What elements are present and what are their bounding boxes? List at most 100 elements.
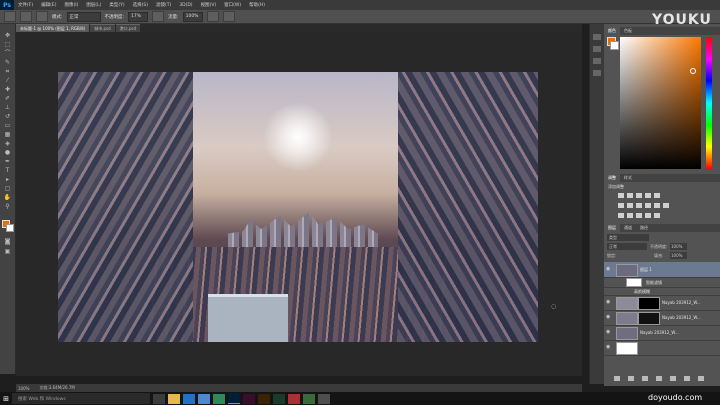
color-picker-cursor[interactable] [690, 68, 696, 74]
color-balance-icon[interactable] [627, 203, 633, 208]
tool-preset-button[interactable] [4, 11, 16, 22]
layer-opacity-input[interactable]: 100% [670, 243, 687, 250]
menu-window[interactable]: 窗口(W) [220, 2, 245, 8]
screen-mode-icon[interactable]: ▣ [3, 248, 12, 255]
type-tool-icon[interactable]: T [3, 167, 12, 174]
brightness-icon[interactable] [618, 193, 624, 198]
menu-view[interactable]: 视图(V) [197, 2, 221, 8]
tab-channels[interactable]: 通道 [620, 225, 636, 231]
windows-start-icon[interactable]: ⊞ [0, 392, 12, 405]
lasso-tool-icon[interactable]: ⌒ [3, 50, 12, 57]
clone-stamp-tool-icon[interactable]: ⊥ [3, 104, 12, 111]
adjustment-layer-icon[interactable] [656, 376, 662, 381]
selective-color-icon[interactable] [654, 213, 660, 218]
menu-help[interactable]: 帮助(H) [245, 2, 269, 8]
eraser-tool-icon[interactable]: ▭ [3, 122, 12, 129]
new-layer-icon[interactable] [684, 376, 690, 381]
visibility-eye-icon[interactable]: ◉ [606, 314, 612, 320]
menu-type[interactable]: 类型(Y) [105, 2, 128, 8]
paragraph-panel-icon[interactable] [593, 70, 601, 76]
invert-icon[interactable] [618, 213, 624, 218]
crop-tool-icon[interactable]: ⌗ [3, 68, 12, 75]
layer-row[interactable]: ◉ Nayab 203912_W... [604, 310, 720, 326]
color-lookup-icon[interactable] [663, 203, 669, 208]
tray-app-icon[interactable] [318, 393, 330, 404]
media-icon[interactable] [288, 393, 300, 404]
app-icon[interactable] [213, 393, 225, 404]
pressure-opacity-button[interactable] [152, 11, 165, 22]
tab-paths[interactable]: 路径 [636, 225, 652, 231]
threshold-icon[interactable] [636, 213, 642, 218]
photo-filter-icon[interactable] [645, 203, 651, 208]
document-canvas[interactable] [58, 72, 538, 342]
menu-select[interactable]: 选择(S) [129, 2, 152, 8]
flow-input[interactable]: 100% [182, 11, 203, 22]
black-white-icon[interactable] [636, 203, 642, 208]
visibility-eye-icon[interactable]: ◉ [606, 266, 612, 272]
brush-panel-toggle-button[interactable] [36, 11, 48, 22]
healing-brush-tool-icon[interactable]: ✚ [3, 86, 12, 93]
file-explorer-icon[interactable] [168, 393, 180, 404]
photoshop-taskbar-icon[interactable] [228, 393, 240, 404]
tab-styles[interactable]: 样式 [620, 175, 636, 181]
layer-row[interactable]: ◉ 图层 1 [604, 262, 720, 278]
edge-icon[interactable] [183, 393, 195, 404]
layer-row[interactable]: ◉ Nayab 203912_W... [604, 325, 720, 341]
add-mask-icon[interactable] [642, 376, 648, 381]
posterize-icon[interactable] [627, 213, 633, 218]
hand-tool-icon[interactable]: ✋ [3, 194, 12, 201]
fill-input[interactable]: 100% [670, 252, 687, 259]
layer-style-icon[interactable] [628, 376, 634, 381]
tab-document-3[interactable]: 港口.psd [115, 24, 141, 32]
dodge-tool-icon[interactable]: ● [3, 149, 12, 156]
hue-slider[interactable] [706, 37, 712, 169]
brush-preset-button[interactable] [20, 11, 32, 22]
layer-row[interactable]: ◉ [604, 340, 720, 356]
quick-select-tool-icon[interactable]: ✎ [3, 59, 12, 66]
path-select-tool-icon[interactable]: ▸ [3, 176, 12, 183]
properties-panel-icon[interactable] [593, 46, 601, 52]
visibility-eye-icon[interactable]: ◉ [606, 329, 612, 335]
wechat-icon[interactable] [303, 393, 315, 404]
menu-edit[interactable]: 编辑(E) [37, 2, 60, 8]
history-panel-icon[interactable] [593, 34, 601, 40]
tab-document-2[interactable]: 城市.psd [90, 24, 115, 32]
blend-mode-select[interactable]: 正常 [607, 243, 647, 250]
premiere-icon[interactable] [243, 393, 255, 404]
levels-icon[interactable] [627, 193, 633, 198]
airbrush-button[interactable] [206, 11, 219, 22]
gradient-map-icon[interactable] [645, 213, 651, 218]
task-view-icon[interactable] [153, 393, 165, 404]
shape-tool-icon[interactable]: ▢ [3, 185, 12, 192]
gradient-tool-icon[interactable]: ▦ [3, 131, 12, 138]
tab-layers[interactable]: 图层 [604, 224, 620, 232]
vibrance-icon[interactable] [654, 193, 660, 198]
zoom-tool-icon[interactable]: ⚲ [3, 203, 12, 210]
layer-row[interactable]: ◉ Nayab 203912_W... [604, 295, 720, 311]
zoom-level[interactable]: 100% [18, 386, 29, 391]
history-brush-tool-icon[interactable]: ↺ [3, 113, 12, 120]
quick-mask-icon[interactable]: ◙ [3, 238, 12, 245]
menu-file[interactable]: 文件(F) [14, 2, 37, 8]
character-panel-icon[interactable] [593, 58, 601, 64]
blur-tool-icon[interactable]: ◈ [3, 140, 12, 147]
move-tool-icon[interactable]: ✥ [3, 32, 12, 39]
hue-saturation-icon[interactable] [618, 203, 624, 208]
color-picker-field[interactable] [620, 37, 701, 169]
pressure-size-button[interactable] [222, 11, 235, 22]
tab-document-1[interactable]: 未标题-1 @ 100% (图层 1, RGB/8) [16, 24, 90, 32]
visibility-eye-icon[interactable]: ◉ [606, 344, 612, 350]
illustrator-icon[interactable] [258, 393, 270, 404]
menu-layer[interactable]: 图层(L) [82, 2, 105, 8]
background-color-swatch[interactable] [6, 224, 14, 232]
channel-mixer-icon[interactable] [654, 203, 660, 208]
trash-icon[interactable] [698, 376, 704, 381]
visibility-eye-icon[interactable]: ◉ [606, 299, 612, 305]
opacity-input[interactable]: 17% [128, 11, 149, 22]
tab-adjustments[interactable]: 调整 [604, 174, 620, 182]
eyedropper-tool-icon[interactable]: ⁄ [3, 77, 12, 84]
layer-kind-filter[interactable]: 类型 [607, 234, 649, 241]
mode-select[interactable]: 正常 [66, 11, 101, 22]
tab-color[interactable]: 颜色 [604, 27, 620, 35]
tab-swatches[interactable]: 色板 [620, 28, 636, 34]
